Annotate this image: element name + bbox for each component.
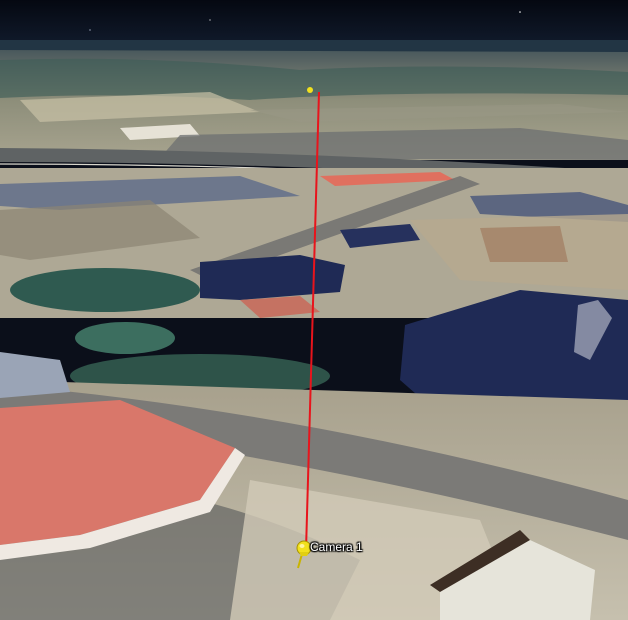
placemark-elevated-point bbox=[307, 87, 313, 93]
star bbox=[209, 19, 211, 21]
horizon-band bbox=[0, 40, 628, 52]
tree-cluster bbox=[75, 322, 175, 354]
star bbox=[89, 29, 91, 31]
brown-lots bbox=[480, 226, 568, 262]
star bbox=[519, 11, 521, 13]
sky bbox=[0, 0, 628, 44]
placemark-label[interactable]: Camera 1 bbox=[310, 540, 363, 554]
terrain-scene bbox=[0, 0, 628, 620]
building-shadow bbox=[200, 255, 345, 300]
map-viewport[interactable]: Camera 1 bbox=[0, 0, 628, 620]
grey-roof-left bbox=[0, 352, 70, 398]
tree-cluster bbox=[10, 268, 200, 312]
